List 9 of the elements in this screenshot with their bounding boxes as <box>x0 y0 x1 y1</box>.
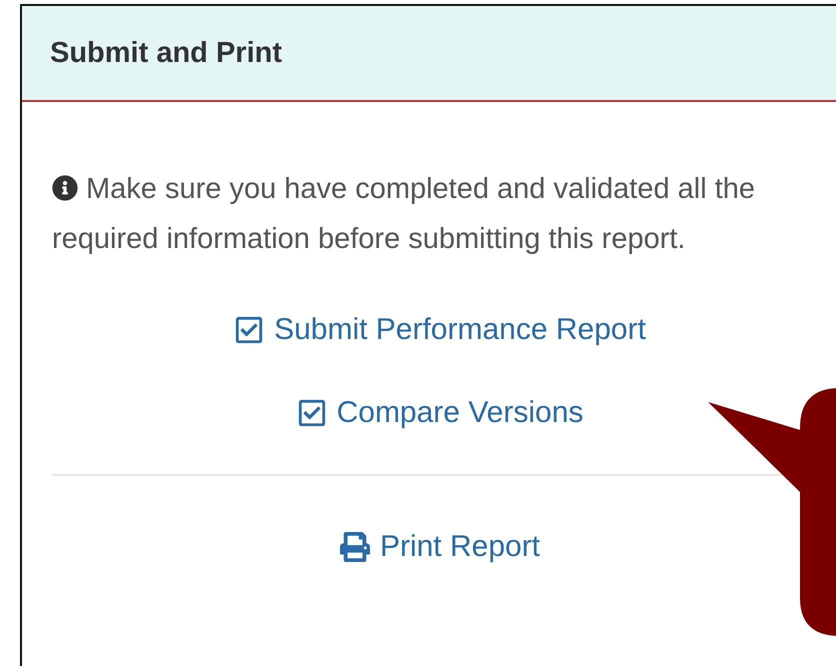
action-link[interactable]: Compare Versions <box>296 388 584 438</box>
action-link[interactable]: Submit Performance Report <box>234 305 646 355</box>
action-link[interactable]: Print Report <box>340 522 540 572</box>
checkbox-icon <box>296 398 327 428</box>
printer-icon <box>340 532 370 562</box>
info-icon <box>52 175 78 201</box>
panel-title: Submit and Print <box>50 36 282 70</box>
checkbox-icon <box>234 315 264 345</box>
notice-text: Make sure you have completed and validated all the required information before submitting this report. <box>52 172 756 257</box>
